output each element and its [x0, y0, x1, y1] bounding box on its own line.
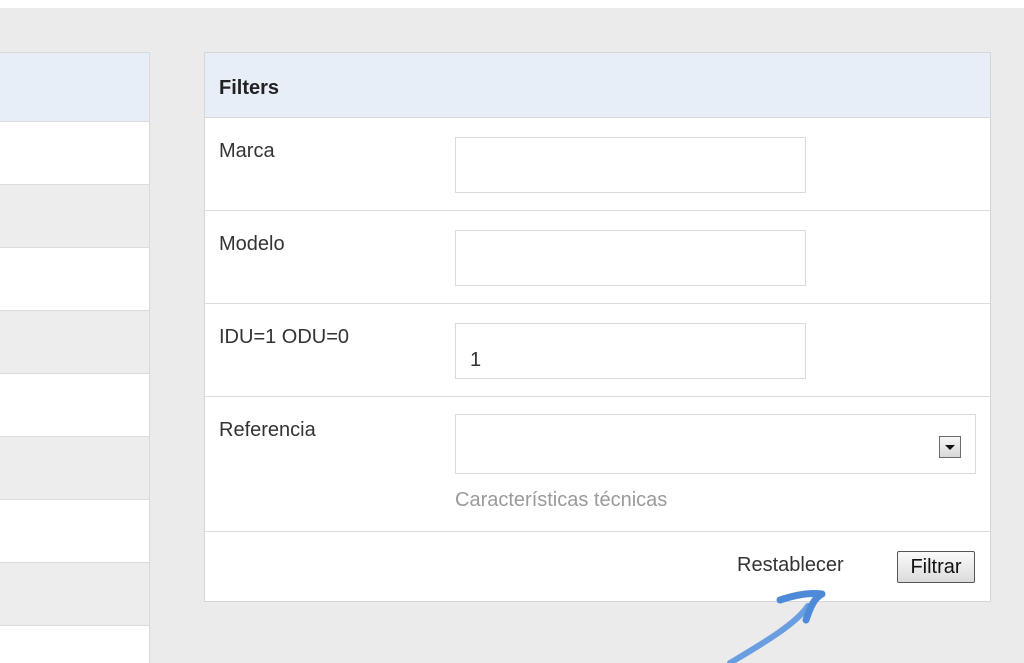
marca-label: Marca	[219, 140, 275, 162]
table-header	[0, 53, 149, 122]
referencia-select[interactable]	[455, 414, 976, 474]
filter-row-modelo: Modelo	[205, 211, 990, 304]
referencia-label: Referencia	[219, 419, 316, 441]
filters-header: Filters	[205, 53, 990, 118]
table-row[interactable]	[0, 563, 149, 626]
filter-row-marca: Marca	[205, 118, 990, 211]
idu-label: IDU=1 ODU=0	[219, 326, 350, 348]
filters-panel: Filters Marca Modelo IDU=1 ODU=0 Referen…	[204, 52, 991, 602]
reset-link[interactable]: Restablecer	[737, 554, 844, 577]
filter-row-idu: IDU=1 ODU=0	[205, 304, 990, 397]
modelo-label: Modelo	[219, 233, 285, 255]
modelo-input[interactable]	[455, 230, 806, 286]
results-table	[0, 52, 150, 663]
filter-actions: Restablecer Filtrar	[205, 532, 990, 602]
table-row[interactable]	[0, 311, 149, 374]
marca-input[interactable]	[455, 137, 806, 193]
table-row[interactable]	[0, 437, 149, 500]
referencia-help-text: Características técnicas	[455, 489, 668, 511]
table-row[interactable]	[0, 374, 149, 437]
filter-row-referencia: Referencia Características técnicas	[205, 397, 990, 532]
table-row[interactable]	[0, 626, 149, 663]
chevron-down-icon[interactable]	[939, 436, 961, 458]
filters-title: Filters	[219, 77, 280, 99]
top-strip	[0, 0, 1024, 8]
filter-submit-button[interactable]: Filtrar	[897, 551, 975, 583]
table-row[interactable]	[0, 500, 149, 563]
annotation-arrow-icon	[727, 590, 826, 663]
table-row[interactable]	[0, 248, 149, 311]
table-row[interactable]	[0, 185, 149, 248]
idu-input[interactable]	[455, 323, 806, 379]
table-row[interactable]	[0, 122, 149, 185]
